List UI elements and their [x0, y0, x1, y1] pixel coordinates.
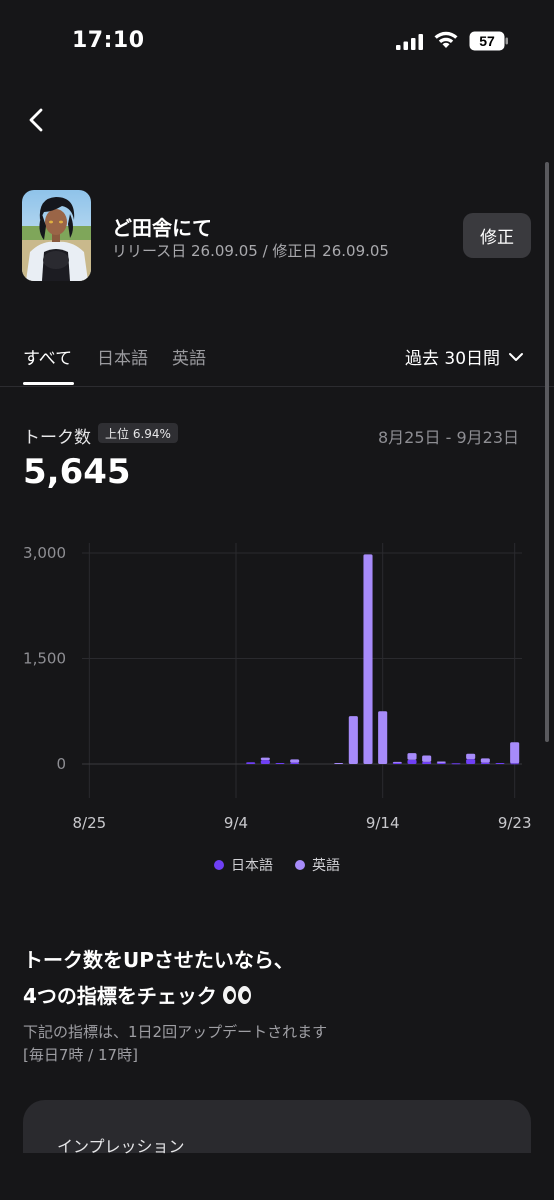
eyes-icon	[222, 985, 251, 1004]
bar-english	[480, 758, 490, 763]
x-tick-label: 9/23	[498, 814, 532, 832]
date-range: 8月25日 - 9月23日	[378, 428, 520, 447]
bar-japanese	[275, 762, 285, 764]
y-tick-label: 0	[56, 755, 66, 773]
bar-english	[422, 755, 432, 762]
bar-english	[392, 761, 402, 763]
tab-english[interactable]: 英語	[172, 344, 206, 369]
tab-japanese[interactable]: 日本語	[97, 344, 148, 369]
release-info: リリース日 26.09.05 / 修正日 26.09.05	[112, 242, 389, 260]
bar-english	[466, 753, 476, 760]
bar-english	[510, 742, 520, 764]
x-tick-label: 9/14	[366, 814, 400, 832]
impression-card-title: インプレッション	[57, 1137, 185, 1156]
chevron-down-icon	[509, 352, 524, 361]
bar-japanese	[510, 763, 520, 765]
rank-badge: 上位 6.94%	[98, 423, 178, 443]
chevron-left-icon	[29, 108, 43, 132]
legend-item-japanese: 日本語	[214, 855, 273, 875]
legend-dot-english	[295, 860, 305, 870]
bar-english	[260, 757, 270, 761]
signal-icon	[396, 34, 423, 50]
battery-level: 57	[479, 33, 495, 49]
scrollbar[interactable]	[545, 162, 549, 742]
bar-english	[348, 716, 358, 764]
battery-icon: 57	[469, 31, 509, 51]
active-tab-indicator	[23, 382, 74, 385]
bar-japanese	[422, 761, 432, 764]
status-time: 17:10	[72, 28, 145, 53]
promo-heading-line1: トーク数をUPさせたいなら、	[23, 948, 294, 972]
stat-label: トーク数	[23, 428, 91, 448]
period-dropdown[interactable]: 過去 30日間	[405, 344, 524, 369]
y-tick-label: 3,000	[23, 544, 66, 562]
bar-japanese	[260, 760, 270, 764]
bar-english	[363, 554, 373, 764]
total-talk-count: 5,645	[23, 452, 131, 492]
bar-japanese	[495, 762, 505, 764]
legend-label-japanese: 日本語	[231, 858, 273, 874]
x-tick-label: 9/4	[224, 814, 248, 832]
tabs-divider	[0, 386, 554, 387]
legend-dot-japanese	[214, 860, 224, 870]
promo-heading-line2: 4つの指標をチェック	[23, 980, 251, 1009]
bar-japanese	[451, 763, 461, 765]
chart-legend: 日本語 英語	[0, 855, 554, 875]
bar-japanese	[436, 762, 446, 764]
legend-item-english: 英語	[295, 855, 340, 875]
bar-english	[334, 762, 344, 764]
bar-japanese	[480, 762, 490, 764]
y-tick-label: 1,500	[23, 650, 66, 668]
bar-japanese	[290, 762, 300, 764]
character-name: ど田舎にて	[112, 216, 212, 240]
period-label: 過去 30日間	[405, 349, 501, 369]
bar-japanese	[246, 762, 256, 764]
bar-english	[436, 761, 446, 763]
character-avatar[interactable]	[22, 190, 91, 281]
back-button[interactable]	[18, 100, 54, 140]
bar-english	[290, 759, 300, 763]
x-tick-label: 8/25	[72, 814, 106, 832]
bar-japanese	[407, 759, 417, 764]
edit-button[interactable]: 修正	[463, 213, 531, 258]
legend-label-english: 英語	[312, 858, 340, 874]
bar-english	[407, 753, 417, 760]
wifi-icon	[434, 31, 458, 48]
bar-english	[378, 711, 388, 764]
promo-heading-text: 4つの指標をチェック	[23, 984, 217, 1008]
bar-japanese	[466, 759, 476, 764]
update-schedule: [毎日7時 / 17時]	[23, 1046, 138, 1064]
talk-count-chart: 3,000 1,500 0 8/25 9/4 9/14 9/23	[23, 543, 532, 832]
tab-all[interactable]: すべて	[23, 344, 72, 369]
update-note: 下記の指標は、1日2回アップデートされます	[23, 1023, 328, 1041]
